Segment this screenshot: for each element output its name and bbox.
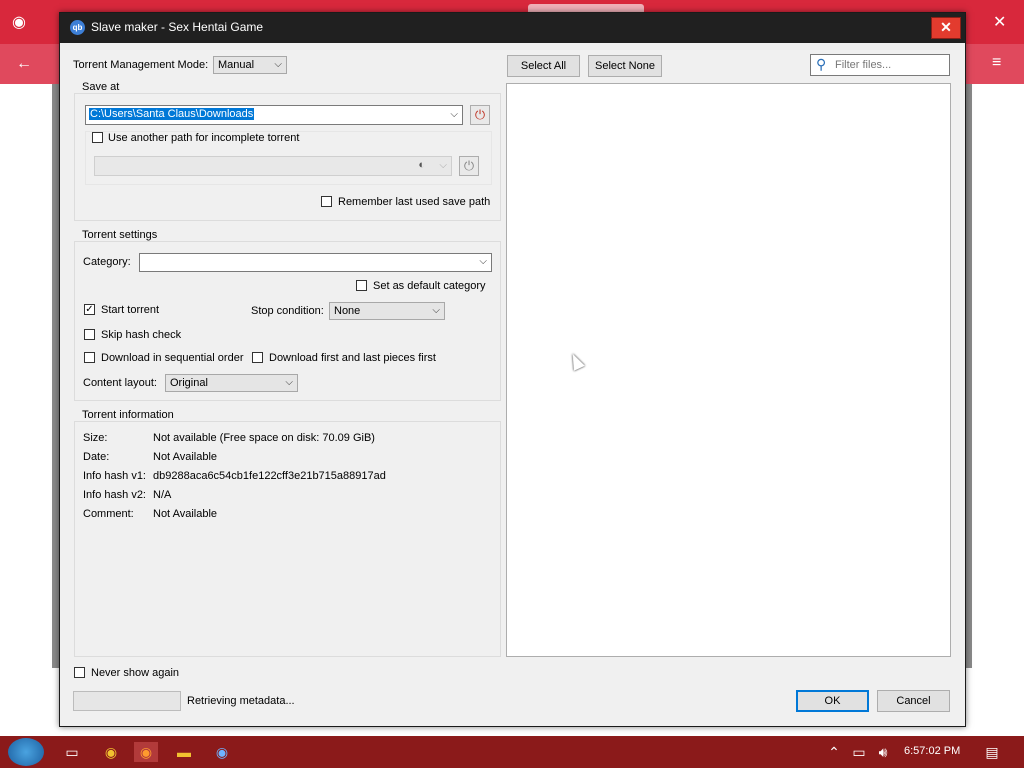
info-size-label: Size: (83, 432, 108, 444)
qbittorrent-taskbar-icon[interactable]: ◉ (210, 742, 234, 762)
cancel-button[interactable]: Cancel (877, 690, 950, 712)
info-comment-value: Not Available (153, 508, 218, 520)
warning-icon: ◐ (418, 159, 425, 171)
filter-files-input[interactable]: ⚲ Filter files... (810, 54, 950, 76)
chevron-down-icon: ⌵ (285, 377, 293, 388)
stop-condition-select[interactable]: None ⌵ (329, 302, 445, 320)
info-hash-v1-label: Info hash v1: (83, 470, 146, 482)
management-mode-select[interactable]: Manual ⌵ (213, 56, 287, 74)
browse-folder-icon[interactable]: ⏻ (470, 105, 490, 125)
select-none-button[interactable]: Select None (588, 55, 662, 77)
chevron-down-icon: ⌵ (479, 256, 487, 267)
start-torrent-label: Start torrent (101, 304, 160, 316)
back-arrow-icon[interactable]: ← (16, 55, 32, 73)
skip-hash-label: Skip hash check (101, 329, 182, 341)
skip-hash-checkbox[interactable] (84, 329, 95, 340)
notification-icon[interactable]: ▤ (980, 742, 1004, 762)
chevron-down-icon: ⌵ (274, 59, 282, 70)
start-button[interactable] (8, 738, 44, 766)
taskbar: ▭ ◉ ◉ ▬ ◉ ⌃ ▭ 🔊︎ 6:57:02 PM ▤ (0, 736, 1024, 768)
stop-condition-label: Stop condition: (251, 305, 324, 317)
browse-incomplete-icon[interactable]: ⏻ (459, 156, 479, 176)
category-select[interactable]: ⌵ (139, 253, 492, 272)
save-path-value: C:\Users\Santa Claus\Downloads (89, 108, 255, 120)
stop-condition-value: None (334, 305, 361, 317)
incomplete-path-input[interactable]: ◐ ⌵ (94, 156, 452, 176)
dialog-title: Slave maker - Sex Hentai Game (91, 20, 264, 34)
never-show-checkbox[interactable] (74, 667, 85, 678)
chevron-down-icon: ⌵ (432, 305, 440, 316)
firefox-icon[interactable]: ◉ (134, 742, 158, 762)
set-default-category-label: Set as default category (373, 280, 486, 292)
torrent-info-title: Torrent information (80, 409, 176, 421)
save-path-input[interactable]: C:\Users\Santa Claus\Downloads ⌵ (85, 105, 463, 125)
torrent-info-group (74, 421, 501, 657)
info-hash-v1-value: db9288aca6c54cb1fe122cff3e21b715a88917ad (153, 470, 386, 482)
content-layout-label: Content layout: (83, 377, 157, 389)
category-label: Category: (83, 256, 131, 268)
management-mode-label: Torrent Management Mode: (73, 59, 209, 71)
chevron-down-icon: ⌵ (439, 160, 447, 171)
info-date-label: Date: (83, 451, 110, 463)
browser-close-icon[interactable]: ✕ (993, 12, 1006, 32)
close-button[interactable]: ✕ (931, 17, 961, 39)
add-torrent-dialog: qb Slave maker - Sex Hentai Game ✕ Torre… (59, 12, 966, 727)
file-explorer-icon[interactable]: ▬ (172, 742, 196, 762)
never-show-label: Never show again (91, 667, 180, 679)
volume-icon[interactable]: 🔊︎ (871, 742, 895, 762)
task-view-icon[interactable]: ▭ (60, 742, 84, 762)
info-date-value: Not Available (153, 451, 218, 463)
chevron-up-icon[interactable]: ⌃ (822, 742, 846, 762)
first-last-label: Download first and last pieces first (269, 352, 436, 364)
info-size-value: Not available (Free space on disk: 70.09… (153, 432, 375, 444)
search-icon: ⚲ (816, 56, 827, 72)
remember-path-checkbox[interactable] (321, 196, 332, 207)
torrent-settings-title: Torrent settings (80, 229, 160, 241)
progress-bar (73, 691, 181, 711)
filter-files-placeholder: Filter files... (835, 59, 892, 71)
set-default-category-checkbox[interactable] (356, 280, 367, 291)
management-mode-value: Manual (218, 59, 255, 71)
use-another-path-label: Use another path for incomplete torrent (108, 132, 300, 144)
content-layout-value: Original (170, 377, 208, 389)
start-torrent-checkbox[interactable]: ✓ (84, 304, 95, 315)
ok-button[interactable]: OK (796, 690, 869, 712)
chrome-icon[interactable]: ◉ (99, 742, 123, 762)
first-last-checkbox[interactable] (252, 352, 263, 363)
chevron-down-icon: ⌵ (450, 109, 458, 120)
qbittorrent-icon: qb (70, 20, 85, 35)
remember-path-label: Remember last used save path (338, 196, 491, 208)
info-hash-v2-label: Info hash v2: (83, 489, 146, 501)
info-hash-v2-value: N/A (153, 489, 172, 501)
clock-time[interactable]: 6:57:02 PM (904, 745, 960, 757)
status-text: Retrieving metadata... (187, 695, 295, 707)
menu-icon[interactable]: ≡ (992, 54, 1001, 72)
sequential-checkbox[interactable] (84, 352, 95, 363)
select-all-button[interactable]: Select All (507, 55, 580, 77)
use-another-path-checkbox[interactable] (92, 132, 103, 143)
sequential-label: Download in sequential order (101, 352, 244, 364)
firefox-icon: ◉ (12, 14, 26, 31)
info-comment-label: Comment: (83, 508, 134, 520)
content-layout-select[interactable]: Original ⌵ (165, 374, 298, 392)
network-icon[interactable]: ▭ (847, 742, 871, 762)
save-at-title: Save at (80, 81, 122, 93)
dialog-titlebar[interactable]: qb Slave maker - Sex Hentai Game ✕ (60, 13, 965, 43)
